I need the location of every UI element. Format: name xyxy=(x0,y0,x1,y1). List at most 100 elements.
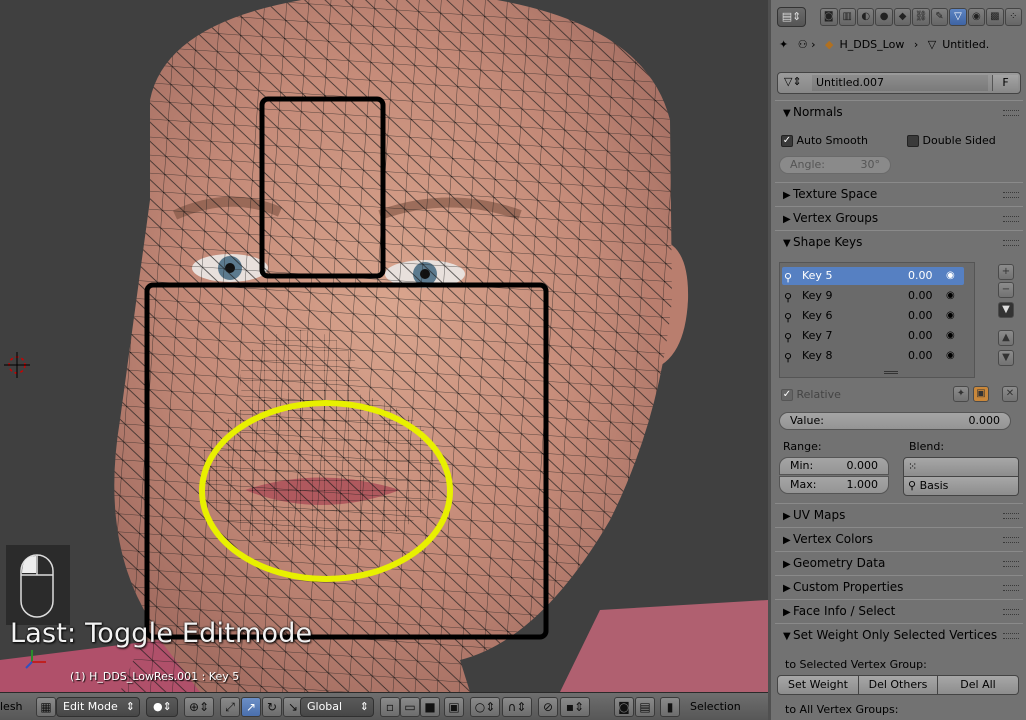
modifiers-tab-icon[interactable]: ✎ xyxy=(930,8,949,26)
blend-label: Blend: xyxy=(909,440,945,453)
breadcrumb: ✦ ⚇ › ◆ H_DDS_Low › ▽ Untitled. xyxy=(779,38,990,51)
snap-icon[interactable]: ⊘ xyxy=(538,697,558,717)
texture-tab-icon[interactable]: ▩ xyxy=(986,8,1004,26)
shape-key-value-field[interactable]: Value: 0.000 xyxy=(779,412,1011,430)
shape-keys-panel-header[interactable]: ▼ Shape Keys xyxy=(775,230,1023,252)
move-up-icon[interactable]: ▲ xyxy=(998,330,1014,346)
unchecked-box-icon xyxy=(907,135,919,147)
shape-key-row[interactable]: ⚲ Key 5 0.00 ◉ xyxy=(782,267,964,285)
set-weight-panel-header[interactable]: ▼ Set Weight Only Selected Vertices xyxy=(775,623,1023,645)
double-sided-checkbox[interactable]: Double Sided xyxy=(907,134,996,147)
blend-vertex-group-field[interactable]: ⁙ xyxy=(903,457,1019,477)
layers-icon[interactable]: ▮ xyxy=(660,697,680,717)
shape-key-row[interactable]: ⚲ Key 9 0.00 ◉ xyxy=(782,287,964,305)
eye-icon[interactable]: ◉ xyxy=(946,267,955,285)
fake-user-button[interactable]: F xyxy=(992,75,1018,91)
face-select-icon[interactable]: ■ xyxy=(420,697,440,717)
render-layers-tab-icon[interactable]: ▥ xyxy=(838,8,856,26)
editor-type-icon[interactable]: ▦ xyxy=(36,697,56,717)
rotate-icon[interactable]: ↻ xyxy=(262,697,282,717)
move-down-icon[interactable]: ▼ xyxy=(998,350,1014,366)
3d-viewport[interactable]: Last: Toggle Editmode (1) H_DDS_LowRes.0… xyxy=(0,0,768,692)
expanded-triangle-icon: ▼ xyxy=(783,108,791,119)
mesh-browse-icon[interactable]: ▽⇕ xyxy=(784,75,802,88)
eye-icon[interactable]: ◉ xyxy=(946,307,955,325)
shape-key-row[interactable]: ⚲ Key 6 0.00 ◉ xyxy=(782,307,964,325)
expanded-triangle-icon: ▼ xyxy=(783,631,791,642)
mesh-datablock-name[interactable]: Untitled.007 xyxy=(812,75,988,91)
proportional-edit-icon[interactable]: ○⇕ xyxy=(470,697,500,717)
list-resize-grip[interactable] xyxy=(884,371,898,374)
falloff-icon[interactable]: ∩⇕ xyxy=(502,697,532,717)
remove-shape-key-button[interactable]: − xyxy=(998,282,1014,298)
mode-select[interactable]: Edit Mode ⇕ xyxy=(56,697,140,717)
set-weight-button[interactable]: Set Weight xyxy=(777,675,859,695)
node-icon: ⚇ › xyxy=(797,38,816,51)
render-tab-icon[interactable]: ◙ xyxy=(820,8,838,26)
shape-key-icon: ⚲ xyxy=(784,331,793,344)
edge-select-icon[interactable]: ▭ xyxy=(400,697,420,717)
collapsed-triangle-icon: ▶ xyxy=(783,583,791,594)
custom-properties-panel-header[interactable]: ▶ Custom Properties xyxy=(775,575,1023,597)
scene-tab-icon[interactable]: ◐ xyxy=(856,8,875,26)
mesh-datablock-selector[interactable]: ▽⇕ Untitled.007 F xyxy=(777,72,1021,94)
normals-panel-header[interactable]: ▼ Normals xyxy=(775,100,1023,122)
del-others-button[interactable]: Del Others xyxy=(858,675,938,695)
collapsed-triangle-icon: ▶ xyxy=(783,559,791,570)
object-tab-icon[interactable]: ◆ xyxy=(893,8,912,26)
world-tab-icon[interactable]: ● xyxy=(875,8,893,26)
shape-key-icon: ⚲ xyxy=(784,291,793,304)
shape-key-list[interactable]: ⚲ Key 5 0.00 ◉ ⚲ Key 9 0.00 ◉ ⚲ Key 6 0.… xyxy=(779,262,975,378)
shape-key-row[interactable]: ⚲ Key 7 0.00 ◉ xyxy=(782,327,964,345)
render-animation-icon[interactable]: ▤ xyxy=(635,697,655,717)
constraints-tab-icon[interactable]: ⛓ xyxy=(912,8,930,26)
angle-field[interactable]: Angle: 30° xyxy=(779,156,891,174)
shading-select[interactable]: ●⇕ xyxy=(146,697,178,717)
material-tab-icon[interactable]: ◉ xyxy=(967,8,986,26)
eye-icon[interactable]: ◉ xyxy=(946,327,955,345)
add-shape-key-button[interactable]: + xyxy=(998,264,1014,280)
del-all-button[interactable]: Del All xyxy=(937,675,1019,695)
viewport-header: lesh ▦ Edit Mode ⇕ ●⇕ ⊕⇕ ⤢ ↗ ↻ ↘ Global ⇕ … xyxy=(0,692,768,720)
particles-tab-icon[interactable]: ⁘ xyxy=(1004,8,1023,26)
orientation-select[interactable]: Global ⇕ xyxy=(300,697,374,717)
pivot-point-icon[interactable]: ⊕⇕ xyxy=(184,697,214,717)
object-icon: ◆ xyxy=(824,38,834,51)
geometry-data-panel-header[interactable]: ▶ Geometry Data xyxy=(775,551,1023,573)
shape-key-pin-icon[interactable]: ✦ xyxy=(953,386,969,402)
pin-icon[interactable]: ✦ xyxy=(779,38,788,51)
eye-icon[interactable]: ◉ xyxy=(946,347,955,365)
manipulator-toggle-icon[interactable]: ⤢ xyxy=(220,697,240,717)
range-label: Range: xyxy=(783,440,822,453)
uv-maps-panel-header[interactable]: ▶ UV Maps xyxy=(775,503,1023,525)
collapsed-triangle-icon: ▶ xyxy=(783,190,791,201)
context-tabs: ▤⇕ ◙ ▥ ◐ ● ◆ ⛓ ✎ ▽ ◉ ▩ ⁘ xyxy=(777,6,1023,28)
eye-icon[interactable]: ◉ xyxy=(946,287,955,305)
snap-element-icon[interactable]: ▪⇕ xyxy=(560,697,590,717)
relative-checkbox[interactable]: ✓ Relative xyxy=(781,388,841,401)
range-min-field[interactable]: Min: 0.000 xyxy=(779,457,889,475)
vertex-groups-panel-header[interactable]: ▶ Vertex Groups xyxy=(775,206,1023,228)
editor-menu-label[interactable]: lesh xyxy=(0,697,23,717)
face-info-panel-header[interactable]: ▶ Face Info / Select xyxy=(775,599,1023,621)
texture-space-panel-header[interactable]: ▶ Texture Space xyxy=(775,182,1023,204)
shape-key-icon: ⚲ xyxy=(784,351,793,364)
shape-key-specials-icon[interactable]: ▼ xyxy=(998,302,1014,318)
selection-menu[interactable]: Selection xyxy=(690,697,741,717)
relative-key-field[interactable]: ⚲ Basis xyxy=(903,476,1019,496)
translate-icon[interactable]: ↗ xyxy=(241,697,261,717)
mesh-face-render xyxy=(0,0,768,692)
shape-key-edit-mode-icon[interactable]: ▣ xyxy=(973,386,989,402)
vertex-colors-panel-header[interactable]: ▶ Vertex Colors xyxy=(775,527,1023,549)
vertex-group-icon: ⁙ xyxy=(908,460,918,473)
shape-key-row[interactable]: ⚲ Key 8 0.00 ◉ xyxy=(782,347,964,365)
editor-type-menu[interactable]: ▤⇕ xyxy=(777,7,807,27)
mesh-data-tab-icon[interactable]: ▽ xyxy=(949,8,967,26)
render-icon[interactable]: ◙ xyxy=(614,697,634,717)
vertex-select-icon[interactable]: ▫ xyxy=(380,697,400,717)
occlude-geometry-icon[interactable]: ▣ xyxy=(444,697,464,717)
shape-key-icon: ⚲ xyxy=(784,311,793,324)
range-max-field[interactable]: Max: 1.000 xyxy=(779,476,889,494)
clear-shape-key-icon[interactable]: ✕ xyxy=(1002,386,1018,402)
auto-smooth-checkbox[interactable]: ✓ Auto Smooth xyxy=(781,134,868,147)
